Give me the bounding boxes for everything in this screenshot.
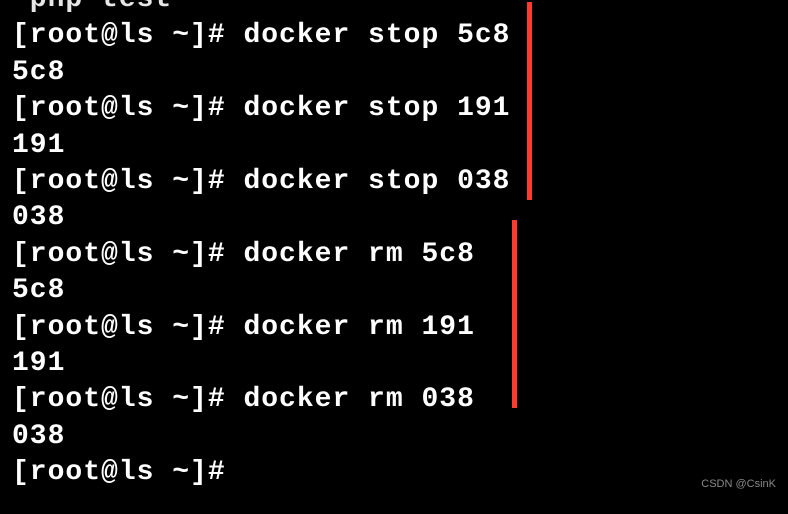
output-line: 038 — [12, 200, 776, 236]
command-text: docker stop 5c8 — [243, 20, 510, 51]
prompt: [root@ls ~]# — [12, 312, 243, 343]
command-line: [root@ls ~]# docker rm 038 — [12, 382, 776, 418]
output-line: 191 — [12, 128, 776, 164]
output-line: 038 — [12, 419, 776, 455]
command-text: docker rm 5c8 — [243, 239, 474, 270]
command-line: [root@ls ~]# docker stop 5c8 — [12, 18, 776, 54]
prompt: [root@ls ~]# — [12, 20, 243, 51]
command-text: docker stop 038 — [243, 166, 510, 197]
prompt: [root@ls ~]# — [12, 166, 243, 197]
command-line: [root@ls ~]# — [12, 455, 776, 491]
command-text: docker rm 191 — [243, 312, 474, 343]
watermark: CSDN @CsinK — [701, 478, 776, 490]
output-line: 5c8 — [12, 273, 776, 309]
output-line: 191 — [12, 346, 776, 382]
prompt: [root@ls ~]# — [12, 457, 243, 488]
command-line: [root@ls ~]# docker rm 5c8 — [12, 237, 776, 273]
command-line: [root@ls ~]# docker rm 191 — [12, 310, 776, 346]
command-text: docker rm 038 — [243, 384, 474, 415]
prompt: [root@ls ~]# — [12, 239, 243, 270]
output-line: 5c8 — [12, 55, 776, 91]
command-line: [root@ls ~]# docker stop 038 — [12, 164, 776, 200]
annotation-bar — [527, 2, 532, 200]
command-text: docker stop 191 — [243, 93, 510, 124]
partial-line: php test — [12, 0, 776, 18]
prompt: [root@ls ~]# — [12, 384, 243, 415]
command-line: [root@ls ~]# docker stop 191 — [12, 91, 776, 127]
annotation-bar — [512, 220, 517, 408]
terminal-output[interactable]: php test [root@ls ~]# docker stop 5c8 5c… — [0, 0, 788, 491]
prompt: [root@ls ~]# — [12, 93, 243, 124]
